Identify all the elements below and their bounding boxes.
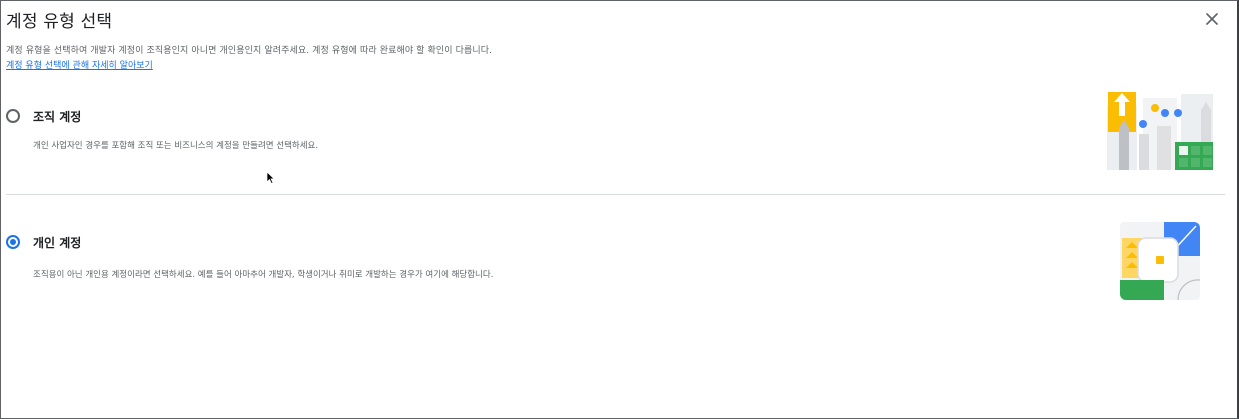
org-illus-dot-blue-3	[1174, 109, 1182, 117]
org-illus-tower	[1119, 128, 1129, 170]
option-description-personal: 조직용이 아닌 개인용 계정이라면 선택하세요. 예를 들어 아마추어 개발자,…	[33, 270, 494, 280]
dialog-description: 계정 유형을 선택하여 개발자 계정이 조직용인지 아니면 개인용인지 알려주세…	[6, 46, 493, 56]
org-illus-right-tower	[1201, 110, 1211, 146]
mouse-cursor-icon	[266, 171, 275, 184]
option-description-organization: 개인 사업자인 경우를 포함해 조직 또는 비즈니스의 계정을 만들려면 선택하…	[33, 141, 319, 151]
org-illus-dot-blue	[1161, 109, 1169, 117]
options-divider	[6, 194, 1225, 195]
dialog-title: 계정 유형 선택	[6, 12, 113, 32]
close-icon[interactable]	[1206, 13, 1218, 25]
personal-illustration	[1120, 222, 1201, 301]
radio-personal-account[interactable]	[6, 235, 20, 249]
window-frame	[0, 0, 1239, 419]
organization-illustration	[1107, 92, 1213, 170]
org-illus-pillar-2	[1157, 126, 1171, 170]
option-title-organization[interactable]: 조직 계정	[33, 108, 81, 125]
radio-organization-account[interactable]	[6, 109, 20, 123]
learn-more-link[interactable]: 계정 유형 선택에 관해 자세히 알아보기	[6, 58, 153, 71]
option-organization-account[interactable]: 조직 계정 개인 사업자인 경우를 포함해 조직 또는 비즈니스의 계정을 만들…	[0, 100, 1225, 194]
org-illus-pillar-1	[1139, 134, 1149, 170]
personal-illus-green-base	[1120, 280, 1164, 300]
option-personal-account[interactable]: 개인 계정 조직용이 아닌 개인용 계정이라면 선택하세요. 예를 들어 아마추…	[0, 226, 1225, 316]
personal-illus-device-screen	[1156, 256, 1164, 264]
org-illus-dot-blue-2	[1139, 120, 1147, 128]
org-illus-dot-yellow	[1151, 104, 1159, 112]
close-button[interactable]	[1201, 8, 1223, 30]
option-title-personal[interactable]: 개인 계정	[33, 234, 81, 251]
